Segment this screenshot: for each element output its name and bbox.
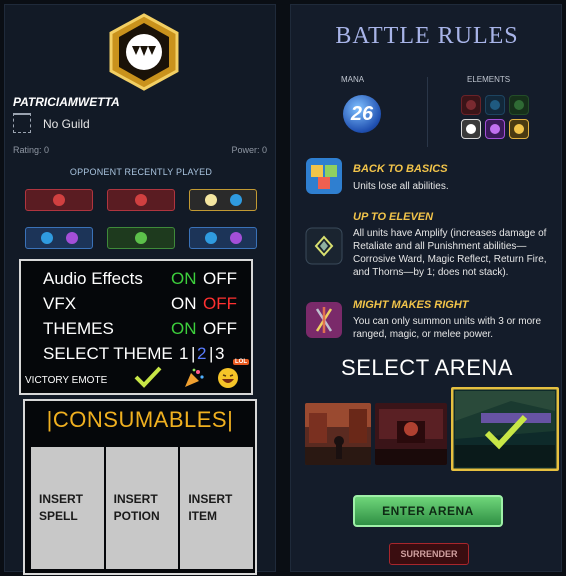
mana-value: 26 xyxy=(343,95,381,133)
opponent-element-water-death xyxy=(25,227,93,249)
enter-arena-button[interactable]: ENTER ARENA xyxy=(353,495,503,527)
item-slot[interactable]: INSERT ITEM xyxy=(180,447,254,569)
fire-icon xyxy=(53,194,65,206)
party-emote-icon[interactable] xyxy=(183,367,205,389)
death-icon xyxy=(65,232,78,244)
arena-option-3-selected[interactable] xyxy=(451,387,559,471)
opponent-element-earth xyxy=(107,227,175,249)
battle-rules-panel: BATTLE RULES MANA 26 ELEMENTS BACK TO BA… xyxy=(290,4,562,572)
arena-option-2[interactable] xyxy=(375,403,447,465)
up-to-eleven-icon xyxy=(305,227,343,265)
monster-badge-icon xyxy=(109,13,179,91)
water-icon xyxy=(229,194,242,206)
settings-box: Audio Effects ON OFF VFX ON OFF THEMES O… xyxy=(19,259,253,395)
opponent-element-fire xyxy=(25,189,93,211)
select-theme-label: SELECT THEME xyxy=(43,344,173,363)
vfx-label: VFX xyxy=(43,294,77,313)
elements-label: ELEMENTS xyxy=(467,75,511,84)
back-to-basics-icon xyxy=(306,158,342,194)
rule-desc: Units lose all abilities. xyxy=(353,181,449,192)
opponent-element-water-death xyxy=(189,227,257,249)
death-icon xyxy=(229,232,242,244)
lol-badge: LOL xyxy=(233,359,249,365)
theme-divider: | xyxy=(191,344,196,363)
mana-label: MANA xyxy=(341,75,365,84)
rule-name: BACK TO BASICS xyxy=(353,163,448,175)
water-element-icon xyxy=(485,95,505,115)
surrender-button[interactable]: SURRENDER xyxy=(389,543,469,565)
rule-desc: You can only summon units with 3 or more… xyxy=(353,316,542,340)
earth-element-icon xyxy=(509,95,529,115)
spell-slot[interactable]: INSERT SPELL xyxy=(31,447,104,569)
consumables-slots: INSERT SPELL INSERT POTION INSERT ITEM xyxy=(31,447,254,569)
water-icon xyxy=(204,232,217,244)
potion-slot[interactable]: INSERT POTION xyxy=(105,447,179,569)
vfx-on-toggle[interactable]: ON xyxy=(171,294,197,314)
theme-divider: | xyxy=(209,344,214,363)
dragon-element-icon xyxy=(509,119,529,139)
life-element-icon xyxy=(461,119,481,139)
victory-emote-label: VICTORY EMOTE xyxy=(25,375,108,386)
theme-option-2[interactable]: 2 xyxy=(197,344,206,364)
rule-desc: All units have Amplify (increases damage… xyxy=(353,228,547,278)
opponent-element-fire xyxy=(107,189,175,211)
audio-effects-label: Audio Effects xyxy=(43,269,143,288)
player-name: PATRICIAMWETTA xyxy=(13,95,120,109)
divider xyxy=(427,77,428,147)
life-icon xyxy=(204,194,217,206)
themes-off-toggle[interactable]: OFF xyxy=(203,319,237,339)
themes-label: THEMES xyxy=(43,319,114,338)
audio-off-toggle[interactable]: OFF xyxy=(203,269,237,289)
player-panel: PATRICIAMWETTA No Guild Rating: 0 Power:… xyxy=(4,4,276,575)
laughing-emote-icon[interactable] xyxy=(217,367,239,389)
checkmark-emote-icon[interactable] xyxy=(133,365,163,389)
might-makes-right-icon xyxy=(306,302,342,338)
vfx-off-toggle[interactable]: OFF xyxy=(203,294,237,314)
rating: Rating: 0 xyxy=(13,145,50,155)
guild-flag-icon xyxy=(13,113,31,133)
theme-option-1[interactable]: 1 xyxy=(179,344,188,364)
consumables-box: |CONSUMABLES| INSERT SPELL INSERT POTION… xyxy=(23,399,257,575)
opponent-element-life-water xyxy=(189,189,257,211)
arena-option-1[interactable] xyxy=(305,403,371,465)
select-arena-title: SELECT ARENA xyxy=(341,355,513,380)
battle-rules-title: BATTLE RULES xyxy=(335,23,519,49)
fire-icon xyxy=(135,194,147,206)
theme-option-3[interactable]: 3 xyxy=(215,344,224,364)
themes-on-toggle[interactable]: ON xyxy=(171,319,197,339)
audio-on-toggle[interactable]: ON xyxy=(171,269,197,289)
fire-element-icon xyxy=(461,95,481,115)
guild-name[interactable]: No Guild xyxy=(43,117,90,131)
consumables-title: |CONSUMABLES| xyxy=(46,407,234,432)
power: Power: 0 xyxy=(231,145,267,155)
water-icon xyxy=(40,232,53,244)
death-element-icon xyxy=(485,119,505,139)
rule-name: MIGHT MAKES RIGHT xyxy=(353,299,469,311)
earth-icon xyxy=(135,232,147,244)
opponent-recent-title: OPPONENT RECENTLY PLAYED xyxy=(69,167,213,177)
rule-name: UP TO ELEVEN xyxy=(353,211,434,223)
